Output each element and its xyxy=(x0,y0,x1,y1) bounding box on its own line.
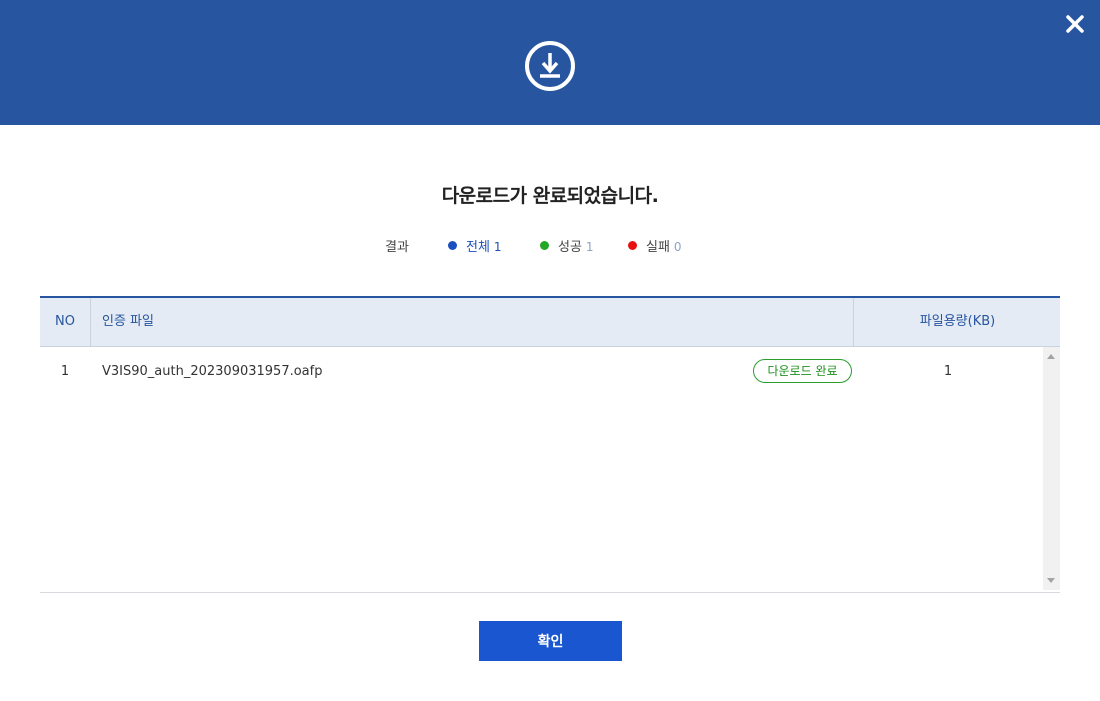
confirm-button[interactable]: 확인 xyxy=(479,621,622,661)
row-file-size: 1 xyxy=(943,364,953,379)
status-badge: 다운로드 완료 xyxy=(753,359,852,383)
column-header-file: 인증 파일 xyxy=(102,314,154,329)
file-table: NO 인증 파일 파일용량(KB) 1 V3IS90_auth_20230903… xyxy=(40,296,1060,593)
stat-total: 전체 1 xyxy=(448,236,502,255)
stat-fail: 실패 0 xyxy=(628,236,682,255)
dot-icon xyxy=(448,241,457,250)
dot-icon xyxy=(628,241,637,250)
row-no: 1 xyxy=(60,364,70,379)
stat-fail-label: 실패 xyxy=(646,240,670,255)
close-icon[interactable] xyxy=(1062,11,1088,37)
table-header: NO 인증 파일 파일용량(KB) xyxy=(40,298,1060,347)
dot-icon xyxy=(540,241,549,250)
scrollbar[interactable] xyxy=(1043,347,1060,590)
table-row: 1 V3IS90_auth_202309031957.oafp 다운로드 완료 … xyxy=(40,347,1043,397)
stat-success: 성공 1 xyxy=(540,236,594,255)
stat-total-label: 전체 xyxy=(466,240,490,255)
stat-success-label: 성공 xyxy=(558,240,582,255)
stat-success-count: 1 xyxy=(585,240,594,254)
scroll-down-arrow-icon[interactable] xyxy=(1047,578,1055,583)
column-header-no: NO xyxy=(40,298,91,346)
row-file-name: V3IS90_auth_202309031957.oafp xyxy=(102,364,323,379)
column-header-size: 파일용량(KB) xyxy=(853,298,1061,346)
header-bar xyxy=(0,0,1100,125)
stat-fail-count: 0 xyxy=(673,240,682,254)
table-body: 1 V3IS90_auth_202309031957.oafp 다운로드 완료 … xyxy=(40,347,1060,590)
page-title: 다운로드가 완료되었습니다. xyxy=(441,185,659,207)
download-icon xyxy=(525,41,575,91)
result-summary: 결과 전체 1 성공 1 실패 0 xyxy=(0,236,1100,256)
result-label: 결과 xyxy=(385,240,409,255)
scroll-up-arrow-icon[interactable] xyxy=(1047,354,1055,359)
stat-total-count: 1 xyxy=(493,240,502,254)
